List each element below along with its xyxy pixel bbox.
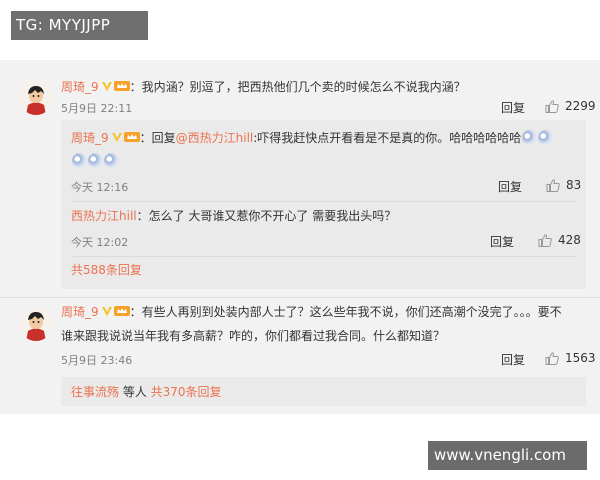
reply-time: 今天 12:16 <box>71 181 129 194</box>
thumbs-up-icon <box>545 99 559 113</box>
reply-button[interactable]: 回复 <box>501 99 525 116</box>
comment-text: ：有些人再别到处装内部人士了？这么些年我不说，你们还高潮个没完了。。。要不 <box>129 305 562 319</box>
avatar-cartoon-icon <box>19 307 53 341</box>
reply-body: 西热力江hill：怎么了 大哥谁又惹你不开心了 需要我出头吗？ <box>71 208 396 224</box>
reply-box: 往事流殇 等人 共370条回复 <box>61 377 586 406</box>
divider <box>71 201 576 202</box>
avatar[interactable] <box>19 81 53 115</box>
comment-time: 5月9日 22:11 <box>61 102 133 115</box>
laugh-emoji-icon <box>104 153 119 168</box>
like-count: 428 <box>558 233 581 247</box>
site-watermark: www.vnengli.com <box>428 441 587 470</box>
reply-prefix: ：回复 <box>139 131 176 145</box>
avatar[interactable] <box>19 307 53 341</box>
like-button[interactable]: 1563 <box>545 351 596 365</box>
username-link[interactable]: 周琦_9 <box>61 305 99 319</box>
avatar-cartoon-icon <box>19 81 53 115</box>
more-replies-row: 往事流殇 等人 共370条回复 <box>71 384 222 400</box>
more-replies-link[interactable]: 共370条回复 <box>151 385 222 399</box>
reply-button[interactable]: 回复 <box>490 233 514 250</box>
like-button[interactable]: 83 <box>546 178 581 192</box>
tg-label: TG: MYYJJPP <box>11 11 148 40</box>
divider <box>71 256 576 257</box>
comment-body: 周琦_9 ：有些人再别到处装内部人士了？这么些年我不说，你们还高潮个没完了。。。要… <box>61 304 562 320</box>
emoji-row <box>71 153 119 169</box>
more-replies-link[interactable]: 共588条回复 <box>71 262 142 278</box>
thumbs-up-icon <box>538 233 552 247</box>
username-link[interactable]: 周琦_9 <box>61 80 99 94</box>
comment-time: 5月9日 23:46 <box>61 354 133 367</box>
comment-text-line2: 谁来跟我说说当年我有多高薪？咋的，你们都看过我合同。什么都知道？ <box>61 329 446 343</box>
like-count: 2299 <box>565 99 596 113</box>
divider <box>0 297 600 298</box>
vip-crown-icon <box>113 306 130 316</box>
more-replies-text: 等人 <box>119 385 151 399</box>
reply-body: 周琦_9 ：回复@西热力江hill:吓得我赶快点开看看是不是真的你。哈哈哈哈哈哈 <box>71 130 554 146</box>
laugh-emoji-icon <box>72 153 87 168</box>
reply-user-link[interactable]: 往事流殇 <box>71 385 119 399</box>
vip-crown-icon <box>123 132 140 142</box>
username-link[interactable]: 周琦_9 <box>71 131 109 145</box>
thumbs-up-icon <box>545 351 559 365</box>
like-count: 83 <box>566 178 582 192</box>
laugh-emoji-icon <box>88 153 103 168</box>
mention-link[interactable]: @西热力江hill <box>176 131 254 145</box>
reply-box: 周琦_9 ：回复@西热力江hill:吓得我赶快点开看看是不是真的你。哈哈哈哈哈哈 … <box>61 120 586 289</box>
comment-text: ：我内涵？别逗了，把西热他们几个卖的时候怎么不说我内涵？ <box>129 80 466 94</box>
reply-button[interactable]: 回复 <box>501 351 525 368</box>
verified-v-icon <box>101 307 112 316</box>
comment-body: 周琦_9 ：我内涵？别逗了，把西热他们几个卖的时候怎么不说我内涵？ <box>61 79 466 95</box>
like-button[interactable]: 2299 <box>545 99 596 113</box>
verified-v-icon <box>101 82 112 91</box>
like-button[interactable]: 428 <box>538 233 581 247</box>
reply-time: 今天 12:02 <box>71 236 129 249</box>
laugh-emoji-icon <box>538 130 554 145</box>
vip-crown-icon <box>113 81 130 91</box>
username-link[interactable]: 西热力江hill <box>71 209 137 223</box>
reply-text: :吓得我赶快点开看看是不是真的你。哈哈哈哈哈哈 <box>253 131 522 145</box>
verified-v-icon <box>111 133 122 142</box>
comment-thread: 周琦_9 ：我内涵？别逗了，把西热他们几个卖的时候怎么不说我内涵？ 5月9日 22… <box>0 60 600 414</box>
reply-text: ：怎么了 大哥谁又惹你不开心了 需要我出头吗？ <box>136 209 397 223</box>
thumbs-up-icon <box>546 178 560 192</box>
reply-button[interactable]: 回复 <box>498 178 522 195</box>
laugh-emoji-icon <box>522 130 538 145</box>
like-count: 1563 <box>565 351 596 365</box>
